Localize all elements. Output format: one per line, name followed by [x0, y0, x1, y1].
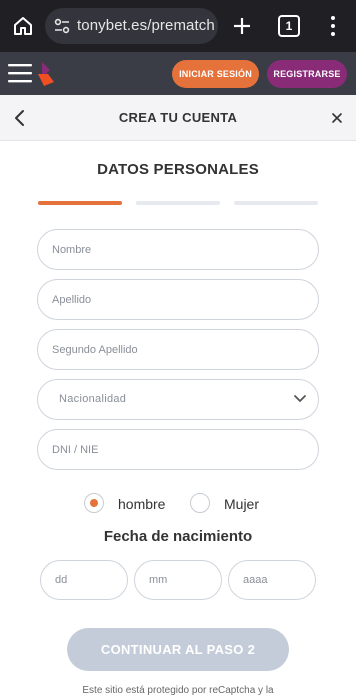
dob-month-field[interactable] [134, 560, 222, 600]
dni-field[interactable] [37, 429, 319, 470]
login-button[interactable]: INICIAR SESIÓN [172, 60, 259, 88]
segundo-apellido-field[interactable] [37, 329, 319, 370]
progress-step-2 [136, 201, 220, 205]
radio-mujer[interactable] [190, 493, 210, 513]
nombre-field[interactable] [37, 229, 319, 270]
dob-day-field[interactable] [40, 560, 128, 600]
progress-step-3 [234, 201, 318, 205]
address-bar[interactable]: tonybet.es/prematch [45, 8, 218, 44]
hamburger-menu-icon[interactable] [8, 62, 34, 84]
radio-label-mujer: Mujer [224, 496, 260, 512]
register-button[interactable]: REGISTRARSE [267, 60, 347, 88]
apellido-field[interactable] [37, 279, 319, 320]
modal-header: CREA TU CUENTA [0, 95, 356, 141]
brand-logo[interactable] [34, 60, 56, 88]
chevron-down-icon [294, 395, 306, 402]
tabs-icon[interactable]: 1 [278, 15, 300, 37]
radio-label-hombre: hombre [118, 496, 166, 512]
site-header: INICIAR SESIÓN REGISTRARSE [0, 52, 356, 95]
more-vert-icon[interactable] [326, 14, 340, 38]
section-title: DATOS PERSONALES [97, 161, 259, 178]
continue-button[interactable]: CONTINUAR AL PASO 2 [67, 628, 289, 671]
home-icon[interactable] [11, 14, 35, 38]
nacionalidad-label: Nacionalidad [59, 393, 127, 405]
nacionalidad-select[interactable]: Nacionalidad [37, 379, 319, 420]
dob-title: Fecha de nacimiento [103, 528, 253, 545]
site-settings-icon[interactable] [53, 17, 71, 35]
modal-title: CREA TU CUENTA [118, 110, 238, 125]
radio-selected-dot [90, 499, 98, 507]
dob-year-field[interactable] [228, 560, 316, 600]
progress-step-1 [38, 201, 122, 205]
url-text: tonybet.es/prematch [77, 17, 215, 34]
radio-hombre[interactable] [84, 493, 104, 513]
close-icon[interactable] [329, 110, 345, 126]
browser-toolbar: tonybet.es/prematch 1 [0, 0, 356, 52]
plus-icon[interactable] [230, 14, 254, 38]
recaptcha-notice: Este sitio está protegido por reCaptcha … [82, 685, 274, 696]
